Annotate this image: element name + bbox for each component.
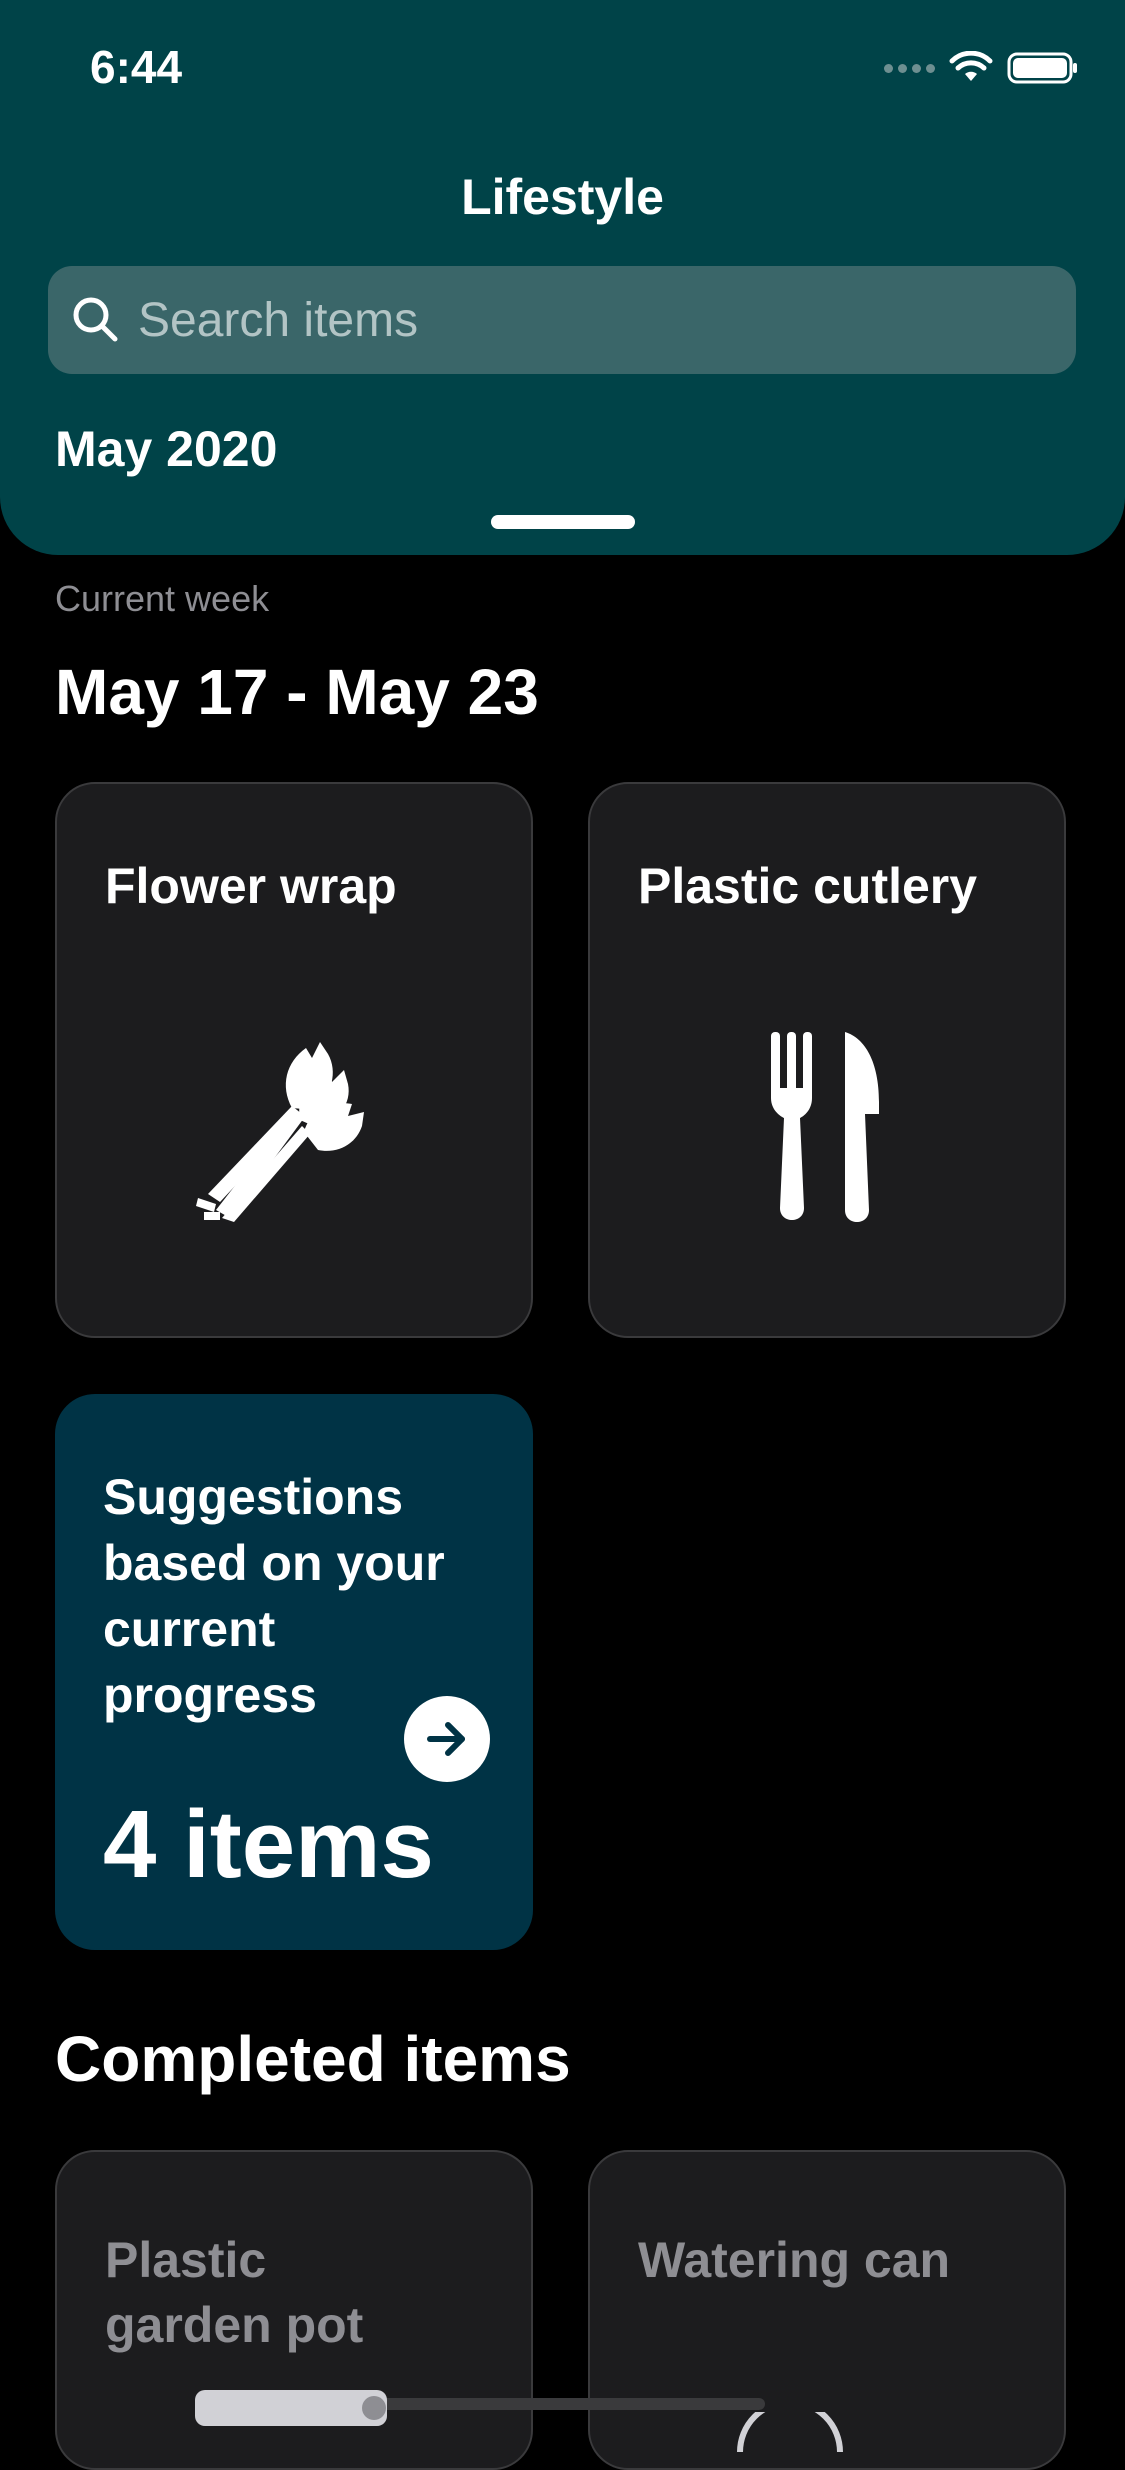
page-title: Lifestyle: [461, 169, 664, 225]
search-input[interactable]: [136, 291, 1020, 349]
item-card-title: Plastic garden pot: [105, 2232, 364, 2353]
flower-bouquet-icon: [196, 1042, 364, 1222]
wifi-icon: [949, 51, 993, 81]
item-card-flower-wrap[interactable]: Flower wrap: [55, 782, 533, 1338]
home-indicator[interactable]: [360, 2398, 765, 2410]
header-panel: 6:44 Lifestyle May 2020: [0, 0, 1125, 555]
arrow-right-circle-icon[interactable]: [404, 1696, 490, 1782]
item-card-plastic-cutlery[interactable]: Plastic cutlery: [588, 782, 1066, 1338]
month-label[interactable]: May 2020: [55, 420, 277, 478]
suggestions-count: 4 items: [103, 1791, 434, 1898]
section-caption: Current week: [55, 578, 270, 619]
search-bar[interactable]: [48, 266, 1076, 374]
item-card-title: Plastic cutlery: [638, 858, 978, 914]
item-card-title: Watering can: [638, 2232, 951, 2288]
week-range-title: May 17 - May 23: [55, 656, 539, 728]
scroll-dot: [362, 2396, 386, 2420]
battery-icon: [1007, 52, 1077, 84]
watering-can-icon: [737, 2412, 843, 2452]
cellular-signal-icon: [884, 63, 935, 73]
item-card-title: Flower wrap: [105, 858, 397, 914]
fork-knife-icon: [771, 1032, 879, 1222]
completed-heading: Completed items: [55, 2023, 571, 2095]
scroll-thumb: [195, 2390, 387, 2426]
status-time: 6:44: [90, 41, 183, 93]
completed-card-watering-can[interactable]: Watering can: [588, 2150, 1066, 2470]
suggestions-text: Suggestions based on your current progre…: [103, 1469, 445, 1723]
search-icon: [73, 297, 118, 342]
drag-handle[interactable]: [491, 515, 635, 529]
status-indicators: [884, 48, 1079, 88]
